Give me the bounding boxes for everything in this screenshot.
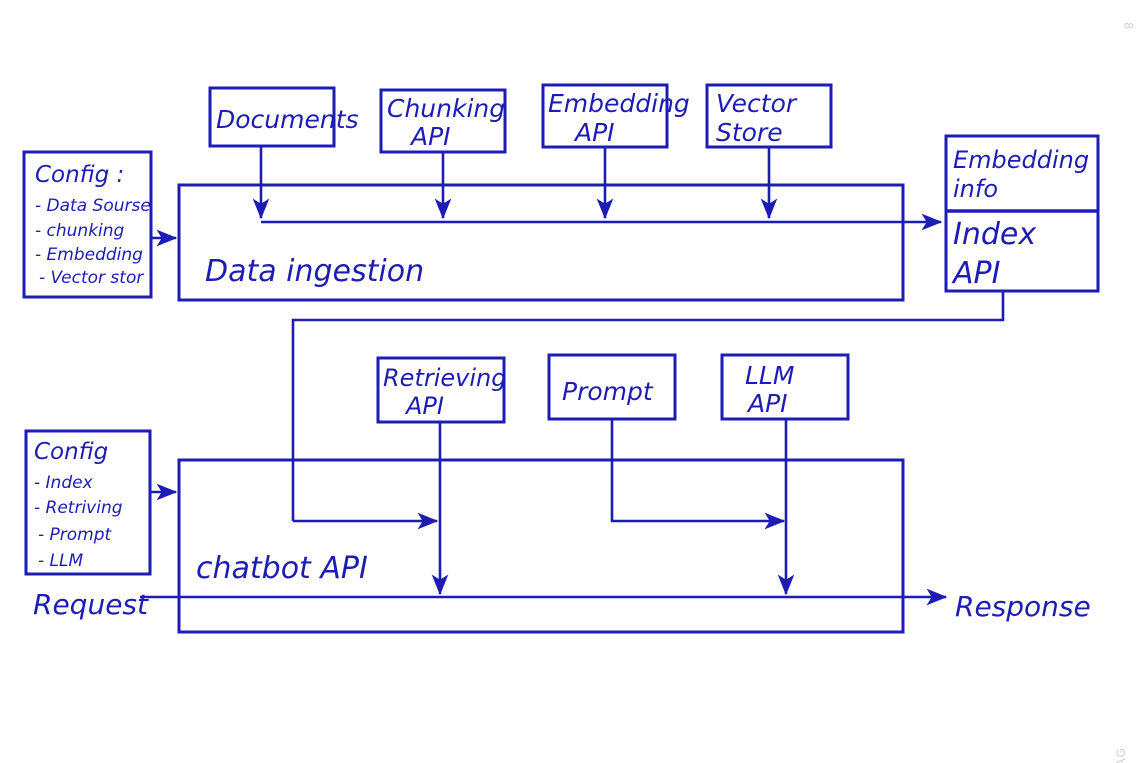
chatbot-api-label: chatbot API (196, 551, 368, 586)
ingestion-config-box[interactable]: Config : - Data Sourse - chunking - Embe… (22, 150, 153, 299)
stage-chunking-api-label-line1: Chunking (387, 94, 505, 123)
chatbot-config-item-2: - Prompt (38, 525, 113, 545)
stage-llm-api-label-line1: LLM (745, 361, 794, 390)
embedding-info-index-api-box[interactable]: Embedding info Index API (944, 134, 1100, 293)
page-number: 8 (1122, 22, 1136, 30)
stage-documents[interactable]: Documents (208, 86, 359, 148)
index-api-label-line2: API (951, 256, 1001, 291)
ingestion-config-item-0: - Data Sourse (35, 196, 151, 216)
stage-prompt-label: Prompt (562, 377, 654, 406)
stage-vector-store-label-line2: Store (716, 118, 783, 147)
chatbot-config-item-0: - Index (34, 473, 94, 493)
stage-chunking-api[interactable]: Chunking API (379, 88, 507, 154)
ingestion-config-item-3: - Vector stor (39, 268, 144, 288)
stage-llm-api-label-line2: API (746, 389, 788, 418)
stage-embedding-api[interactable]: Embedding API (541, 83, 690, 149)
stage-embedding-api-label-line1: Embedding (548, 89, 690, 118)
index-api-label-line1: Index (953, 217, 1036, 252)
stage-retrieving-api-label-line2: API (404, 392, 444, 420)
data-ingestion-label: Data ingestion (205, 254, 424, 289)
chatbot-config-item-3: - LLM (38, 551, 83, 571)
ingestion-config-title: Config : (35, 162, 124, 188)
rag-diagram: Config : - Data Sourse - chunking - Embe… (22, 83, 1100, 634)
stage-chunking-api-label-line2: API (409, 122, 451, 151)
stage-retrieving-api-label-line1: Retrieving (383, 364, 506, 392)
stage-prompt[interactable]: Prompt (547, 353, 677, 421)
path-index-api-to-chatbot (291, 291, 1005, 521)
stage-retrieving-api[interactable]: Retrieving API (376, 356, 506, 424)
diagram-canvas: Config : - Data Sourse - chunking - Embe… (0, 0, 1144, 763)
stage-vector-store[interactable]: Vector Store (705, 83, 833, 149)
chatbot-api-box[interactable] (177, 458, 905, 634)
footer-tag: RAG (1114, 747, 1128, 763)
arrow-prompt-to-llm (610, 419, 786, 530)
chatbot-config-title: Config (34, 439, 108, 465)
chatbot-config-item-1: - Retriving (34, 498, 123, 518)
ingestion-config-item-2: - Embedding (35, 245, 143, 265)
embedding-info-label-line2: info (953, 175, 998, 203)
stage-documents-label: Documents (216, 105, 359, 134)
stage-vector-store-label-line1: Vector (716, 89, 798, 118)
request-label: Request (33, 588, 149, 621)
embedding-info-label-line1: Embedding (953, 146, 1089, 174)
response-label: Response (955, 590, 1091, 623)
ingestion-config-item-1: - chunking (35, 221, 125, 241)
stage-embedding-api-label-line2: API (573, 118, 615, 147)
stage-llm-api[interactable]: LLM API (720, 353, 850, 421)
chatbot-config-box[interactable]: Config - Index - Retriving - Prompt - LL… (24, 429, 152, 576)
